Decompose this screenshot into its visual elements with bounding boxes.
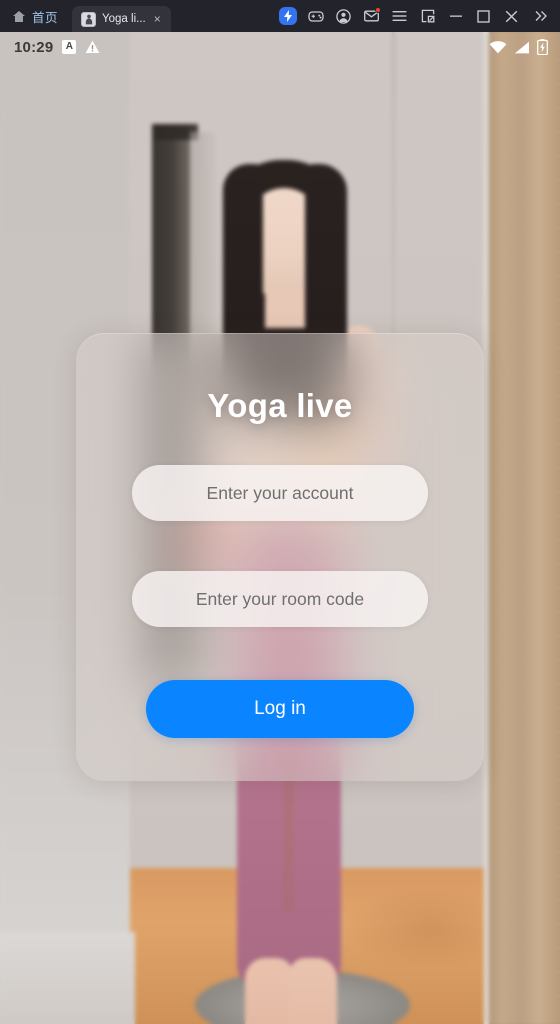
device-screen: 10:29 A Yoga live Enter your account Ent… xyxy=(0,32,560,1024)
room-code-field-wrapper[interactable] xyxy=(132,571,428,627)
gamepad-icon[interactable] xyxy=(302,2,329,30)
room-code-input[interactable] xyxy=(132,571,428,627)
expand-icon[interactable] xyxy=(526,2,556,30)
mail-badge xyxy=(375,7,381,13)
account-icon[interactable] xyxy=(330,2,357,30)
tab-title: Yoga li... xyxy=(102,13,146,25)
home-tab-label: 首页 xyxy=(32,9,59,25)
status-time: 10:29 xyxy=(14,38,54,56)
home-icon xyxy=(12,10,26,23)
login-button[interactable]: Log in xyxy=(146,680,414,738)
close-icon[interactable] xyxy=(498,2,525,30)
status-bar-right xyxy=(489,39,548,55)
status-bar: 10:29 A xyxy=(0,32,560,62)
tab-close-icon[interactable]: × xyxy=(152,12,163,26)
wifi-icon xyxy=(489,40,507,54)
status-bar-left: 10:29 A xyxy=(14,39,100,56)
boost-icon[interactable] xyxy=(274,2,301,30)
menu-icon[interactable] xyxy=(386,2,413,30)
page-title: Yoga live xyxy=(207,387,353,424)
login-card: Yoga live Log in xyxy=(76,333,484,781)
window-toolbar xyxy=(274,0,560,32)
minimize-icon[interactable] xyxy=(442,2,469,30)
input-method-icon: A xyxy=(62,40,77,54)
warning-icon xyxy=(85,40,100,54)
screenshot-icon[interactable] xyxy=(414,2,441,30)
account-input[interactable] xyxy=(132,465,428,521)
maximize-icon[interactable] xyxy=(470,2,497,30)
battery-icon xyxy=(537,39,548,55)
home-tab[interactable]: 首页 xyxy=(0,0,72,32)
account-field-wrapper[interactable] xyxy=(132,465,428,521)
window-titlebar: 首页 Yoga li... × xyxy=(0,0,560,32)
mail-icon[interactable] xyxy=(358,2,385,30)
app-icon xyxy=(81,11,97,27)
signal-icon xyxy=(514,41,530,54)
tab-yoga-live[interactable]: Yoga li... × xyxy=(72,6,171,32)
tabstrip: Yoga li... × xyxy=(72,0,171,32)
